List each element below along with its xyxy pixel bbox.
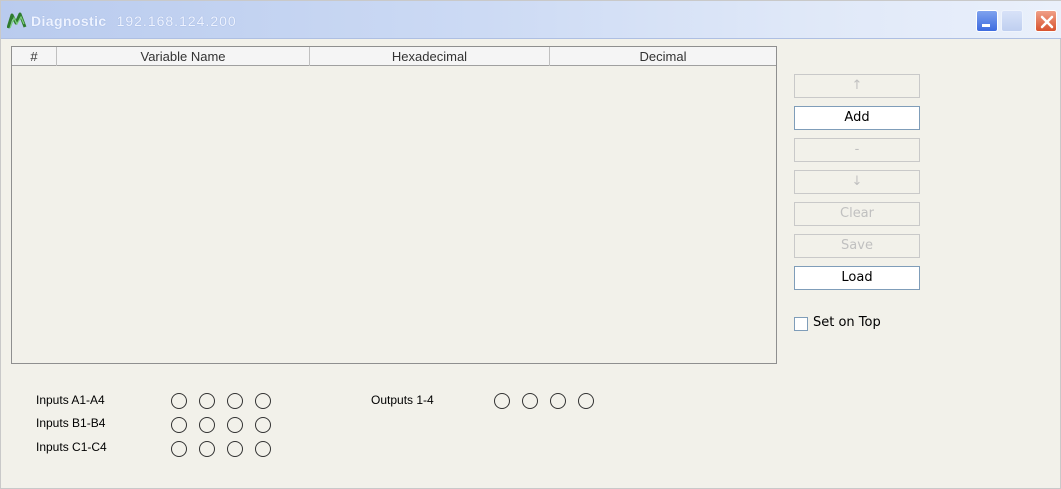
output-led-3	[550, 393, 566, 409]
maximize-button	[1001, 10, 1023, 32]
outputs-label: Outputs 1-4	[371, 393, 434, 407]
variable-table[interactable]: # Variable Name Hexadecimal Decimal	[11, 46, 777, 364]
diagnostic-window: Diagnostic 192.168.124.200 # Variable Nam…	[0, 0, 1061, 489]
input-c-led-4	[255, 441, 271, 457]
input-c-led-2	[199, 441, 215, 457]
input-c-led-3	[227, 441, 243, 457]
inputs-b-label: Inputs B1-B4	[36, 416, 106, 430]
input-a-led-1	[171, 393, 187, 409]
input-a-led-3	[227, 393, 243, 409]
column-header-variable-name[interactable]: Variable Name	[57, 47, 310, 66]
inputs-a-label: Inputs A1-A4	[36, 393, 105, 407]
inputs-c-label: Inputs C1-C4	[36, 440, 107, 454]
column-header-decimal[interactable]: Decimal	[550, 47, 776, 66]
delete-button[interactable]: -	[794, 138, 920, 162]
window-title: Diagnostic 192.168.124.200	[31, 13, 237, 29]
minimize-button[interactable]	[976, 10, 998, 32]
close-button[interactable]	[1035, 10, 1057, 32]
input-b-led-1	[171, 417, 187, 433]
input-c-led-1	[171, 441, 187, 457]
add-button[interactable]: Add	[794, 106, 920, 130]
close-icon	[1040, 15, 1054, 29]
move-down-button[interactable]: ↓	[794, 170, 920, 194]
output-led-4	[578, 393, 594, 409]
minimize-icon	[982, 24, 990, 27]
load-button[interactable]: Load	[794, 266, 920, 290]
output-led-1	[494, 393, 510, 409]
output-led-2	[522, 393, 538, 409]
input-b-led-2	[199, 417, 215, 433]
input-b-led-3	[227, 417, 243, 433]
table-header: # Variable Name Hexadecimal Decimal	[12, 47, 776, 66]
window-title-name: Diagnostic	[31, 13, 107, 29]
table-body[interactable]	[12, 67, 776, 363]
maximize-icon	[1002, 11, 1024, 33]
input-a-led-2	[199, 393, 215, 409]
input-b-led-4	[255, 417, 271, 433]
set-on-top-checkbox[interactable]	[794, 317, 808, 331]
save-button[interactable]: Save	[794, 234, 920, 258]
move-up-button[interactable]: ↑	[794, 74, 920, 98]
input-a-led-4	[255, 393, 271, 409]
column-header-hexadecimal[interactable]: Hexadecimal	[310, 47, 550, 66]
column-header-number[interactable]: #	[12, 47, 57, 66]
clear-button[interactable]: Clear	[794, 202, 920, 226]
set-on-top-label[interactable]: Set on Top	[813, 315, 881, 330]
title-bar[interactable]: Diagnostic 192.168.124.200	[1, 1, 1061, 39]
window-title-ip: 192.168.124.200	[116, 13, 237, 29]
app-logo-icon	[6, 12, 27, 30]
